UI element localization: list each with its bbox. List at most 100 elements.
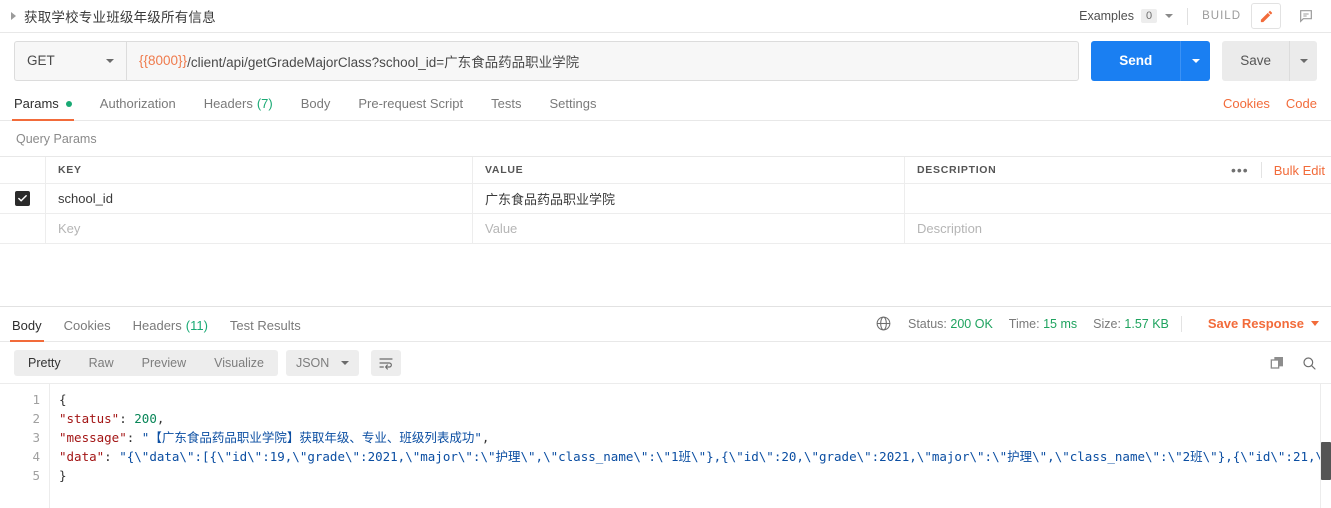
tab-test-results[interactable]: Test Results — [230, 318, 301, 341]
value-placeholder: Value — [485, 221, 518, 236]
code-token: : — [126, 430, 142, 445]
row-description-cell[interactable] — [905, 184, 1331, 213]
titlebar-actions: Examples 0 BUILD — [1079, 0, 1321, 32]
code-token: , — [156, 411, 165, 426]
collapse-triangle-icon[interactable] — [11, 12, 16, 20]
tab-count: (7) — [256, 96, 273, 111]
mode-visualize[interactable]: Visualize — [200, 350, 278, 376]
cookies-link[interactable]: Cookies — [1223, 96, 1270, 111]
globe-icon[interactable] — [875, 315, 892, 332]
wrap-lines-icon — [379, 357, 393, 370]
tab-headers[interactable]: Headers (7) — [204, 96, 273, 120]
tab-label: Settings — [549, 96, 597, 111]
response-scrollbar-thumb[interactable] — [1321, 442, 1331, 480]
response-view-modes: Pretty Raw Preview Visualize — [14, 349, 278, 376]
time-label: Time: — [1008, 316, 1040, 331]
query-params-label: Query Params — [16, 132, 97, 146]
header-value: VALUE — [473, 157, 905, 183]
chevron-down-icon — [1299, 58, 1308, 63]
line-number: 4 — [32, 449, 40, 464]
mode-preview[interactable]: Preview — [128, 350, 200, 376]
comment-icon — [1300, 10, 1312, 23]
send-options-button[interactable] — [1180, 40, 1211, 81]
row-description-cell[interactable]: Description — [905, 214, 1331, 243]
mode-pretty[interactable]: Pretty — [14, 350, 75, 376]
examples-count-badge: 0 — [1141, 9, 1158, 23]
wrap-lines-button[interactable] — [371, 349, 402, 376]
more-options-icon[interactable]: ••• — [1231, 163, 1249, 177]
row-key: school_id — [58, 191, 113, 206]
method-select[interactable]: GET — [14, 40, 126, 81]
response-body-code: { "status": 200, "message": "【广东食品药品职业学院… — [50, 384, 1331, 508]
copy-icon[interactable] — [1269, 355, 1285, 371]
header-key: KEY — [46, 157, 473, 183]
code-token: 200 — [134, 411, 157, 426]
code-token: : — [119, 411, 135, 426]
row-key-cell[interactable]: Key — [46, 214, 473, 243]
row-key-cell[interactable]: school_id — [46, 184, 473, 213]
examples-dropdown[interactable]: Examples 0 — [1079, 9, 1174, 23]
row-value-cell[interactable]: 广东食品药品职业学院 — [473, 184, 905, 213]
check-icon — [18, 195, 27, 202]
response-toolbar-actions — [1269, 355, 1317, 371]
response-body-viewer[interactable]: 1 2 3 4 5 { "status": 200, "message": "【… — [0, 383, 1331, 508]
divider — [1187, 7, 1189, 25]
tab-settings[interactable]: Settings — [549, 96, 596, 120]
header-description-cell: DESCRIPTION ••• Bulk Edit — [905, 157, 1331, 183]
save-options-button[interactable] — [1289, 40, 1317, 81]
chevron-down-icon — [1165, 14, 1174, 18]
method-value: GET — [27, 53, 55, 68]
code-token: : — [104, 449, 120, 464]
bulk-edit-link[interactable]: Bulk Edit — [1274, 163, 1325, 178]
code-token: } — [59, 468, 67, 483]
format-select[interactable]: JSON — [285, 349, 360, 376]
save-response-button[interactable]: Save Response — [1208, 316, 1319, 331]
tab-tests[interactable]: Tests — [491, 96, 521, 120]
tab-authorization[interactable]: Authorization — [100, 96, 176, 120]
table-row: school_id 广东食品药品职业学院 — [0, 184, 1331, 214]
tab-response-headers[interactable]: Headers (11) — [133, 318, 208, 341]
edit-button[interactable] — [1251, 3, 1281, 29]
tab-pre-request-script[interactable]: Pre-request Script — [358, 96, 463, 120]
tab-body[interactable]: Body — [301, 96, 331, 120]
mode-raw[interactable]: Raw — [75, 350, 128, 376]
chevron-down-icon — [1191, 58, 1200, 63]
code-line: { — [59, 390, 1331, 409]
url-path: /client/api/getGradeMajorClass?school_id… — [187, 54, 580, 70]
search-icon[interactable] — [1301, 355, 1317, 371]
save-button[interactable]: Save — [1222, 40, 1289, 81]
row-value-cell[interactable]: Value — [473, 214, 905, 243]
tab-response-body[interactable]: Body — [10, 318, 44, 342]
size-value: 1.57 KB — [1124, 316, 1169, 331]
header-description: DESCRIPTION — [917, 164, 997, 176]
send-button-group: Send — [1091, 40, 1211, 81]
url-input[interactable]: {{8000}}/client/api/getGradeMajorClass?s… — [126, 40, 1080, 81]
line-number: 2 — [32, 411, 40, 426]
tab-params[interactable]: Params — [12, 96, 74, 121]
chevron-down-icon — [1311, 321, 1319, 326]
table-row-placeholder: Key Value Description — [0, 214, 1331, 244]
response-toolbar: Pretty Raw Preview Visualize JSON — [0, 342, 1331, 383]
tab-response-cookies[interactable]: Cookies — [64, 318, 111, 341]
code-line: "data": "{\"data\":[{\"id\":19,\"grade\"… — [59, 447, 1331, 466]
row-value: 广东食品药品职业学院 — [485, 192, 616, 207]
row-checkbox-cell — [0, 214, 46, 243]
code-link[interactable]: Code — [1286, 96, 1317, 111]
url-variable: {{8000}} — [139, 53, 188, 68]
code-line: "message": "【广东食品药品职业学院】获取年级、专业、班级列表成功", — [59, 428, 1331, 447]
line-number: 5 — [32, 468, 40, 483]
request-tabs-links: Cookies Code — [1207, 96, 1317, 120]
url-bar: GET {{8000}}/client/api/getGradeMajorCla… — [0, 33, 1331, 88]
tab-label: Pre-request Script — [358, 96, 464, 111]
send-button[interactable]: Send — [1091, 40, 1181, 81]
response-scrollbar-track[interactable] — [1320, 384, 1331, 508]
code-token: "message" — [59, 430, 127, 445]
key-placeholder: Key — [58, 221, 81, 236]
comment-button[interactable] — [1291, 3, 1321, 29]
code-token: "status" — [59, 411, 120, 426]
row-checkbox[interactable] — [15, 191, 30, 206]
tab-label: Body — [300, 96, 331, 111]
chevron-down-icon — [106, 58, 114, 63]
size-label: Size: — [1093, 316, 1121, 331]
line-number: 3 — [32, 430, 40, 445]
